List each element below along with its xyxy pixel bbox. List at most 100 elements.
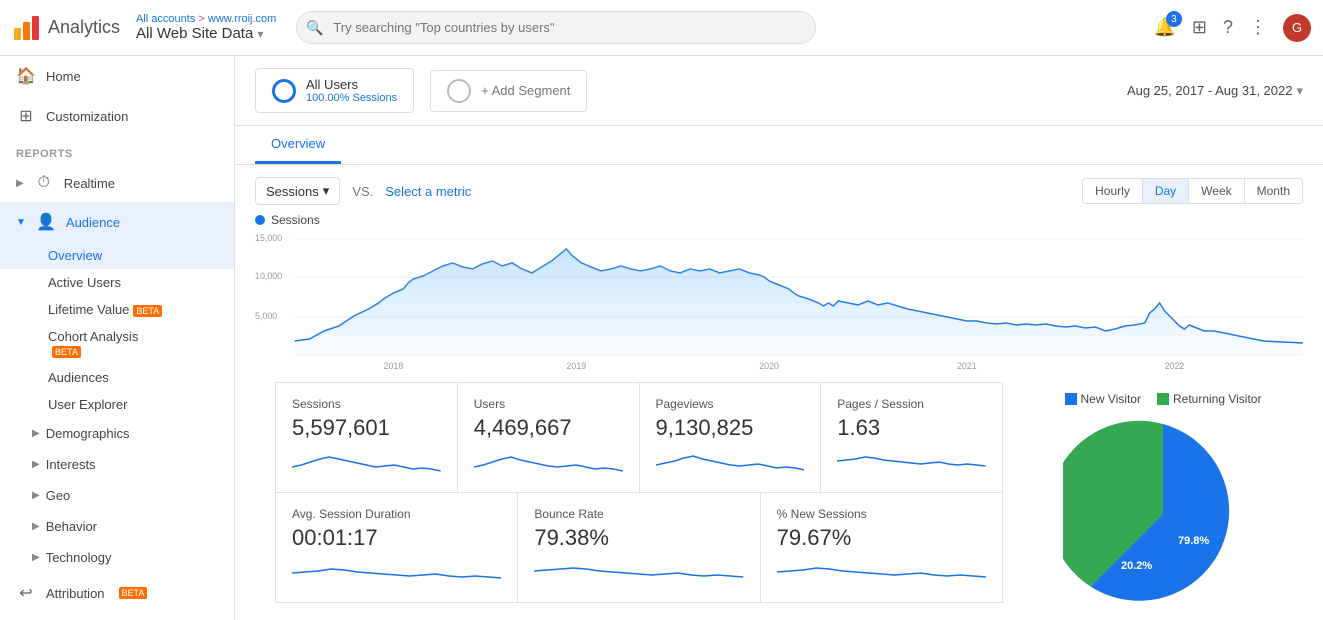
add-segment-label: + Add Segment [481, 83, 570, 98]
sidebar-sub-overview[interactable]: Overview [0, 242, 234, 269]
metric-dropdown[interactable]: Sessions ▾ [255, 177, 340, 205]
geo-chevron: ▶ [32, 490, 40, 501]
metrics-section: Sessions 5,597,601 Users 4,469,667 [255, 382, 1023, 614]
sidebar-sub-user-explorer[interactable]: User Explorer [0, 391, 234, 418]
notifications-icon[interactable]: 🔔 3 [1153, 17, 1175, 38]
stat-pages-per-session: Pages / Session 1.63 [821, 383, 1003, 493]
time-btn-week[interactable]: Week [1189, 179, 1244, 203]
stat-pageviews-value: 9,130,825 [656, 415, 805, 441]
pie-new-visitor-legend: New Visitor [1065, 392, 1141, 406]
sidebar-sub-active-users[interactable]: Active Users [0, 269, 234, 296]
search-input[interactable] [296, 11, 816, 44]
date-range[interactable]: Aug 25, 2017 - Aug 31, 2022 ▾ [1127, 83, 1303, 99]
customization-icon: ⊞ [16, 106, 36, 126]
sidebar-sub-cohort-analysis[interactable]: Cohort AnalysisBETA [0, 323, 234, 364]
legend-label: Sessions [271, 213, 320, 227]
svg-text:15,000: 15,000 [255, 233, 282, 243]
more-options-icon[interactable]: ⋮ [1249, 17, 1267, 38]
time-range-buttons: Hourly Day Week Month [1082, 178, 1303, 204]
stat-br-label: Bounce Rate [534, 507, 743, 521]
sidebar-sub-lifetime-value[interactable]: Lifetime ValueBETA [0, 296, 234, 323]
stats-row-2: Avg. Session Duration 00:01:17 Bounce Ra… [275, 493, 1003, 603]
metric-dropdown-icon: ▾ [323, 183, 330, 199]
sparkline-users [474, 447, 623, 475]
sparkline-br [534, 557, 743, 585]
sidebar-sub-interests[interactable]: ▶ Interests [0, 449, 234, 480]
chart-controls: Sessions ▾ VS. Select a metric Hourly Da… [235, 165, 1323, 209]
sidebar-sub-demographics[interactable]: ▶ Demographics [0, 418, 234, 449]
breadcrumb-link[interactable]: All accounts [136, 13, 195, 25]
overview-tab: Overview [235, 126, 1323, 165]
stat-users: Users 4,469,667 [458, 383, 640, 493]
stat-pps-value: 1.63 [837, 415, 986, 441]
new-visitor-label: New Visitor [1081, 392, 1141, 406]
avatar[interactable]: G [1283, 14, 1311, 42]
sidebar-item-home[interactable]: 🏠 Home [0, 56, 234, 96]
topbar: Analytics All accounts > www.rroij.com A… [0, 0, 1323, 56]
stat-asd-label: Avg. Session Duration [292, 507, 501, 521]
new-visitor-color-swatch [1065, 393, 1077, 405]
all-users-segment[interactable]: All Users 100.00% Sessions [255, 68, 414, 113]
realtime-chevron: ▶ [16, 178, 24, 189]
sidebar-sub-audiences[interactable]: Audiences [0, 364, 234, 391]
sidebar-item-customization[interactable]: ⊞ Customization [0, 96, 234, 136]
account-info: All accounts > www.rroij.com All Web Sit… [136, 13, 276, 42]
breadcrumb-site[interactable]: www.rroij.com [208, 13, 276, 25]
tab-overview[interactable]: Overview [255, 126, 341, 164]
topbar-actions: 🔔 3 ⊞ ? ⋮ G [1153, 14, 1311, 42]
stats-row-1: Sessions 5,597,601 Users 4,469,667 [275, 382, 1003, 493]
sparkline-ns [777, 557, 986, 585]
sidebar-item-audience[interactable]: ▼ 👤 Audience [0, 202, 234, 242]
stat-sessions: Sessions 5,597,601 [276, 383, 458, 493]
segment-circle [272, 79, 296, 103]
sidebar-sub-geo[interactable]: ▶ Geo [0, 480, 234, 511]
bottom-section: Sessions 5,597,601 Users 4,469,667 [235, 382, 1323, 614]
account-dropdown-icon: ▾ [257, 27, 263, 41]
add-segment-button[interactable]: + Add Segment [430, 70, 587, 112]
legend-dot [255, 215, 265, 225]
stat-pageviews: Pageviews 9,130,825 [640, 383, 822, 493]
reports-label: REPORTS [0, 136, 234, 164]
chart-svg: 15,000 10,000 5,000 2018 2019 2020 2021 … [255, 231, 1303, 371]
date-range-caret: ▾ [1296, 83, 1303, 99]
pie-chart: 79.8% 20.2% [1063, 414, 1263, 614]
sidebar-sub-behavior[interactable]: ▶ Behavior [0, 511, 234, 542]
time-btn-month[interactable]: Month [1245, 179, 1302, 203]
svg-text:79.8%: 79.8% [1178, 535, 1209, 547]
svg-text:2020: 2020 [759, 361, 779, 371]
stat-ns-value: 79.67% [777, 525, 986, 551]
svg-text:20.2%: 20.2% [1121, 560, 1152, 572]
svg-text:2022: 2022 [1165, 361, 1185, 371]
sparkline-sessions [292, 447, 441, 475]
pie-section: New Visitor Returning Visitor 79.8% 20 [1023, 382, 1303, 614]
search-bar[interactable]: 🔍 [296, 11, 816, 44]
metric-label: Sessions [266, 184, 319, 199]
time-btn-day[interactable]: Day [1143, 179, 1189, 203]
time-btn-hourly[interactable]: Hourly [1083, 179, 1143, 203]
demographics-chevron: ▶ [32, 428, 40, 439]
sparkline-pps [837, 447, 986, 475]
account-name[interactable]: All Web Site Data ▾ [136, 25, 276, 42]
technology-chevron: ▶ [32, 552, 40, 563]
notification-badge: 3 [1166, 11, 1182, 27]
interests-chevron: ▶ [32, 459, 40, 470]
apps-icon[interactable]: ⊞ [1192, 17, 1207, 38]
main-layout: 🏠 Home ⊞ Customization REPORTS ▶ ⏱ Realt… [0, 56, 1323, 620]
pie-legend: New Visitor Returning Visitor [1065, 392, 1262, 406]
main-content: All Users 100.00% Sessions + Add Segment… [235, 56, 1323, 620]
sidebar-sub-technology[interactable]: ▶ Technology [0, 542, 234, 573]
select-metric[interactable]: Select a metric [385, 184, 471, 199]
stat-pps-label: Pages / Session [837, 397, 986, 411]
segment-sub: 100.00% Sessions [306, 92, 397, 104]
vs-label: VS. [352, 184, 373, 199]
stat-ns-label: % New Sessions [777, 507, 986, 521]
add-segment-circle [447, 79, 471, 103]
cohort-beta-badge: BETA [52, 346, 81, 358]
sidebar-item-realtime[interactable]: ▶ ⏱ Realtime [0, 164, 234, 202]
help-icon[interactable]: ? [1223, 17, 1233, 38]
svg-text:2018: 2018 [384, 361, 404, 371]
sidebar-item-attribution[interactable]: ↩ Attribution BETA [0, 573, 234, 613]
segment-bar: All Users 100.00% Sessions + Add Segment… [235, 56, 1323, 126]
svg-text:5,000: 5,000 [255, 311, 277, 321]
sidebar-settings[interactable]: ⚙ ‹ [0, 613, 234, 620]
